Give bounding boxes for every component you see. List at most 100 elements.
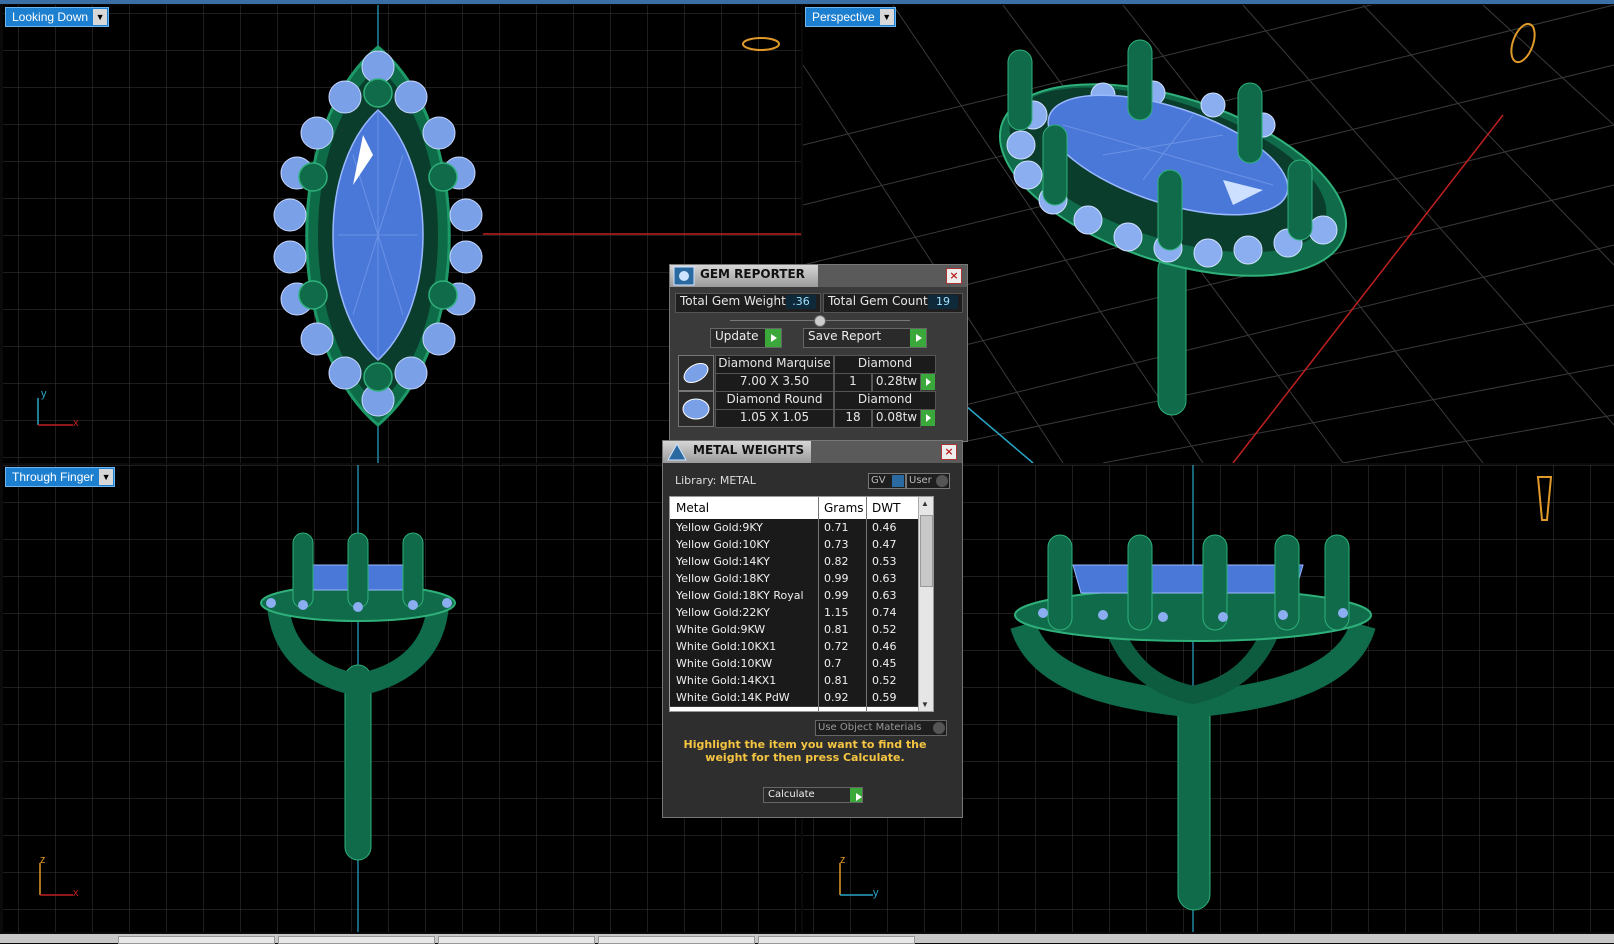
calculate-button-label: Calculate bbox=[768, 789, 815, 800]
viewport-label-text: Perspective bbox=[812, 10, 875, 24]
dwt-value: 0.45 bbox=[872, 657, 897, 670]
gem-qty: 18 bbox=[834, 409, 872, 428]
use-object-materials-label: Use Object Materials bbox=[818, 722, 922, 733]
table-row[interactable]: White Gold:10KX1 0.72 0.46 bbox=[670, 638, 926, 656]
gem-name: Diamond Round bbox=[715, 391, 834, 410]
metal-name: Yellow Gold:14KY bbox=[676, 555, 770, 568]
metal-weights-panel: METAL WEIGHTS × Library: METAL GV User M… bbox=[662, 440, 963, 818]
grams-value: 0.81 bbox=[824, 623, 849, 636]
table-row[interactable]: White Gold:10KW 0.7 0.45 bbox=[670, 655, 926, 673]
col-divider bbox=[818, 497, 819, 711]
play-icon[interactable] bbox=[921, 374, 935, 390]
gem-type: Diamond bbox=[834, 391, 936, 410]
save-report-button[interactable]: Save Report bbox=[803, 328, 927, 348]
grams-value: 0.7 bbox=[824, 657, 842, 670]
marquise-gem-icon bbox=[678, 355, 714, 391]
total-gem-count-label: Total Gem Count bbox=[828, 294, 928, 308]
gem-qty: 1 bbox=[834, 373, 872, 392]
dwt-value: 0.46 bbox=[872, 640, 897, 653]
scrollbar-thumb[interactable] bbox=[920, 515, 933, 587]
viewport-label-through-finger[interactable]: Through Finger ▼ bbox=[5, 467, 116, 487]
library-label: Library: METAL bbox=[675, 474, 756, 487]
col-dwt: DWT bbox=[872, 501, 901, 515]
viewport-label-text: Through Finger bbox=[12, 470, 95, 484]
gem-row-marquise[interactable]: Diamond Marquise Diamond 7.00 X 3.50 1 0… bbox=[678, 355, 938, 392]
grams-value: 0.92 bbox=[824, 691, 849, 704]
metal-name: White Gold:14KX1 bbox=[676, 674, 777, 687]
metal-weights-title: METAL WEIGHTS bbox=[693, 443, 805, 457]
table-row[interactable]: Yellow Gold:10KY 0.73 0.47 bbox=[670, 536, 926, 554]
table-row[interactable]: White Gold:14KX1 0.81 0.52 bbox=[670, 672, 926, 690]
col-metal: Metal bbox=[676, 501, 710, 515]
gem-weight: 0.28tw bbox=[872, 373, 921, 392]
calculate-button[interactable]: Calculate bbox=[763, 787, 863, 803]
titlebar-tail bbox=[818, 265, 967, 287]
bottom-tab-strip bbox=[0, 934, 1614, 944]
axis-label-y: y bbox=[41, 388, 47, 400]
play-icon bbox=[910, 329, 926, 347]
close-icon[interactable]: × bbox=[941, 444, 957, 460]
metal-name: Yellow Gold:18KY bbox=[676, 572, 770, 585]
scrollbar[interactable]: ▲ ▼ bbox=[918, 497, 933, 711]
user-label: User bbox=[909, 475, 932, 486]
table-row[interactable]: Yellow Gold:18KY 0.99 0.63 bbox=[670, 570, 926, 588]
metal-table[interactable]: Metal Grams DWT Yellow Gold:9KY 0.71 0.46 Y… bbox=[669, 496, 934, 712]
metal-name: White Gold:10KW bbox=[676, 657, 773, 670]
user-toggle[interactable]: User bbox=[906, 473, 950, 489]
update-button[interactable]: Update bbox=[710, 328, 782, 348]
axis-label-y: y bbox=[873, 887, 879, 899]
gv-toggle[interactable]: GV bbox=[868, 473, 906, 489]
scroll-up-icon[interactable]: ▲ bbox=[921, 499, 929, 508]
viewport-label-perspective[interactable]: Perspective ▼ bbox=[805, 7, 896, 27]
total-gem-weight-label: Total Gem Weight bbox=[680, 294, 786, 308]
dwt-value: 0.63 bbox=[872, 572, 897, 585]
chevron-down-icon[interactable]: ▼ bbox=[93, 9, 108, 25]
grams-value: 0.81 bbox=[824, 674, 849, 687]
slider-handle[interactable] bbox=[814, 315, 826, 327]
table-row[interactable]: White Gold:9KW 0.81 0.52 bbox=[670, 621, 926, 639]
total-gem-count-value: 19 bbox=[928, 295, 958, 309]
total-gem-weight-field: Total Gem Weight .36 bbox=[675, 293, 821, 313]
dwt-value: 0.53 bbox=[872, 555, 897, 568]
use-object-materials-toggle[interactable]: Use Object Materials bbox=[815, 720, 947, 736]
titlebar-tail bbox=[811, 441, 962, 463]
metal-name: Yellow Gold:10KY bbox=[676, 538, 770, 551]
gv-radio bbox=[892, 475, 904, 487]
total-gem-count-field: Total Gem Count 19 bbox=[823, 293, 963, 313]
metal-name: Yellow Gold:22KY bbox=[676, 606, 770, 619]
play-icon bbox=[765, 329, 781, 347]
gem-size: 1.05 X 1.05 bbox=[715, 409, 834, 428]
gem-reporter-panel: GEM REPORTER × Total Gem Weight .36 Tota… bbox=[669, 264, 968, 442]
metal-weights-icon bbox=[667, 442, 687, 461]
gem-name: Diamond Marquise bbox=[715, 355, 834, 374]
table-row[interactable]: Yellow Gold:22KY 1.15 0.74 bbox=[670, 604, 926, 622]
metal-name: White Gold:9KW bbox=[676, 623, 766, 636]
scroll-down-icon[interactable]: ▼ bbox=[921, 700, 929, 709]
metal-name: White Gold:10KX1 bbox=[676, 640, 777, 653]
axis-label-z: z bbox=[40, 854, 46, 866]
save-report-button-label: Save Report bbox=[808, 329, 882, 343]
gem-row-round[interactable]: Diamond Round Diamond 1.05 X 1.05 18 0.0… bbox=[678, 391, 938, 428]
grams-value: 0.71 bbox=[824, 521, 849, 534]
gv-label: GV bbox=[871, 475, 886, 486]
dwt-value: 0.52 bbox=[872, 623, 897, 636]
chevron-down-icon[interactable]: ▼ bbox=[99, 469, 114, 485]
metal-weights-titlebar[interactable]: METAL WEIGHTS × bbox=[663, 441, 962, 463]
gem-reporter-titlebar[interactable]: GEM REPORTER × bbox=[670, 265, 967, 287]
play-icon[interactable] bbox=[921, 410, 935, 426]
chevron-down-icon[interactable]: ▼ bbox=[879, 9, 894, 25]
dwt-value: 0.59 bbox=[872, 691, 897, 704]
table-row[interactable]: Yellow Gold:9KY 0.71 0.46 bbox=[670, 519, 926, 537]
table-row[interactable]: Yellow Gold:14KY 0.82 0.53 bbox=[670, 553, 926, 571]
round-gem-icon bbox=[678, 391, 714, 427]
close-icon[interactable]: × bbox=[946, 268, 962, 284]
table-row[interactable]: Yellow Gold:18KY Royal 0.99 0.63 bbox=[670, 587, 926, 605]
table-row[interactable]: White Gold:14K PdW 0.92 0.59 bbox=[670, 689, 926, 707]
viewport-label-text: Looking Down bbox=[12, 10, 89, 24]
dwt-value: 0.47 bbox=[872, 538, 897, 551]
axis-label-x: x bbox=[73, 417, 79, 429]
grams-value: 1.15 bbox=[824, 606, 849, 619]
viewport-label-looking-down[interactable]: Looking Down ▼ bbox=[5, 7, 110, 27]
grams-value: 0.82 bbox=[824, 555, 849, 568]
grams-value: 0.99 bbox=[824, 572, 849, 585]
